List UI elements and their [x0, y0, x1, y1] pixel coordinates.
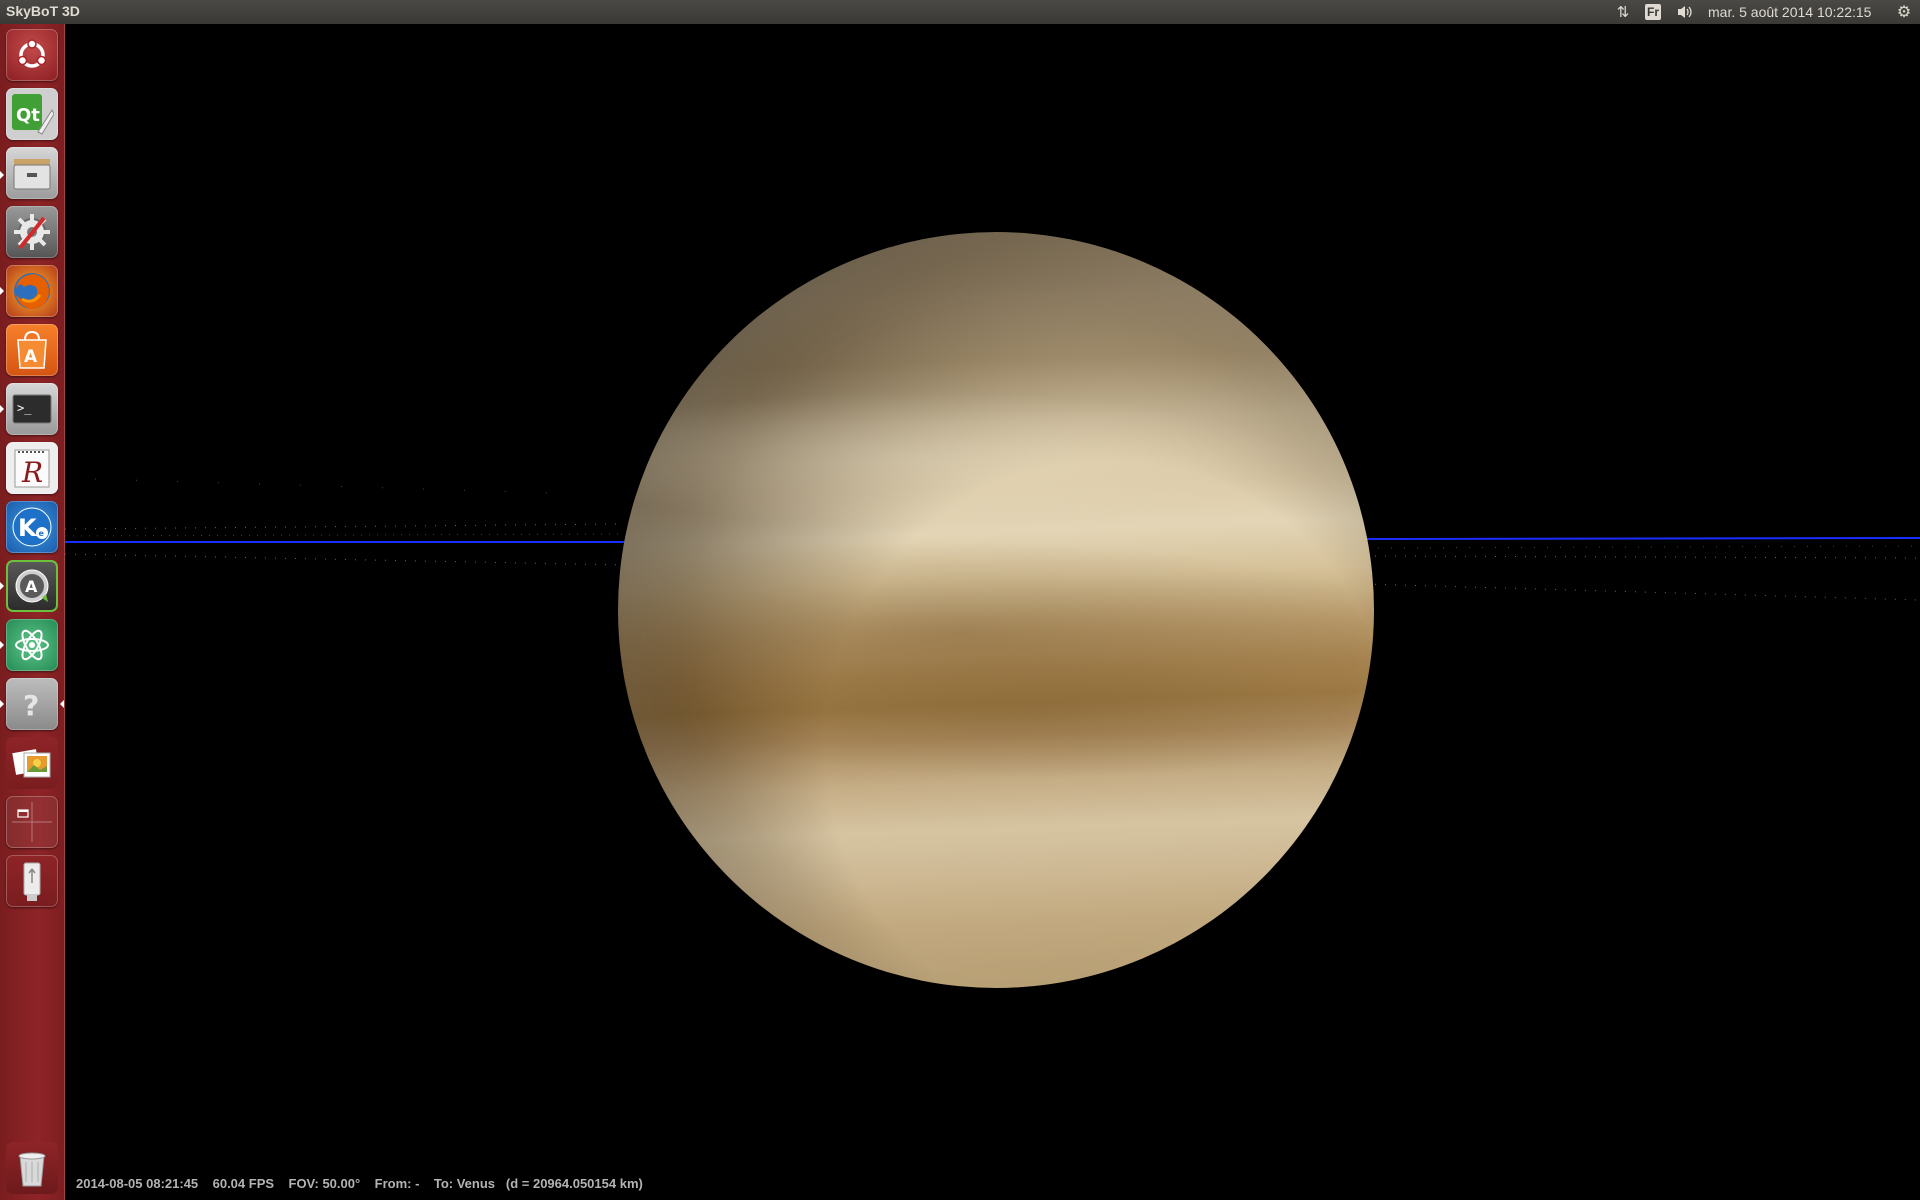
ubuntu-dash-icon: [17, 39, 47, 68]
status-fov: FOV: 50.00°: [288, 1176, 361, 1191]
launcher-item-help[interactable]: ?: [6, 678, 58, 730]
svg-text:A: A: [25, 577, 38, 596]
svg-text:e: e: [39, 529, 45, 538]
network-arrows-icon[interactable]: ⇅: [1612, 0, 1634, 24]
launcher-item-usb-drive[interactable]: [6, 855, 58, 907]
launcher-item-workspace-switcher[interactable]: [6, 796, 58, 848]
launcher-item-atom[interactable]: [6, 619, 58, 671]
skybot-3d-view[interactable]: 2014-08-05 08:21:45 60.04 FPS FOV: 50.00…: [65, 24, 1920, 1200]
session-gear-icon[interactable]: ⚙: [1892, 0, 1916, 24]
svg-text:A: A: [24, 347, 38, 367]
keyboard-layout-label: Fr: [1645, 4, 1661, 20]
svg-text:R: R: [21, 456, 43, 489]
asteroid-trail-5: [1364, 555, 1920, 559]
usb-drive-icon: [23, 862, 41, 901]
app-title: SkyBoT 3D: [6, 3, 80, 19]
launcher-item-software-center[interactable]: A: [6, 324, 58, 376]
launcher-item-system-settings[interactable]: [6, 206, 58, 258]
status-bar: 2014-08-05 08:21:45 60.04 FPS FOV: 50.00…: [76, 1176, 643, 1191]
atom-icon: [15, 629, 49, 661]
svg-text:K: K: [18, 514, 38, 542]
terminal-icon: >_: [12, 394, 52, 424]
kile-icon: Ke: [12, 507, 52, 547]
asteroid-trail-1: [65, 523, 626, 530]
orbit-line-right: [1364, 537, 1920, 540]
rstudio-icon: R: [14, 449, 50, 489]
launcher-item-dash[interactable]: [6, 29, 58, 81]
asteroid-trail-7: [1364, 545, 1920, 549]
launcher-item-firefox[interactable]: [6, 265, 58, 317]
image-viewer-icon: [12, 749, 51, 778]
software-updater-icon: A: [15, 569, 49, 603]
workspace-switcher-icon: [12, 802, 52, 842]
status-datetime: 2014-08-05 08:21:45: [76, 1176, 199, 1191]
planet-venus[interactable]: [618, 232, 1374, 988]
asteroid-trail-2: [65, 553, 626, 566]
launcher-item-kile[interactable]: Ke: [6, 501, 58, 553]
status-from: From: -: [374, 1176, 420, 1191]
svg-text:>_: >_: [17, 401, 32, 415]
status-distance: (d = 20964.050154 km): [505, 1176, 643, 1191]
svg-text:?: ?: [23, 689, 39, 722]
venus-cloud-bands: [618, 232, 1374, 988]
status-to: To: Venus: [433, 1176, 496, 1191]
launcher-item-files[interactable]: [6, 147, 58, 199]
software-center-icon: A: [17, 330, 47, 369]
top-panel: SkyBoT 3D ⇅ Fr mar. 5 août 2014 10:22:15…: [0, 0, 1920, 24]
launcher-item-image-viewer[interactable]: [6, 737, 58, 789]
qt-creator-icon: Qt: [12, 94, 54, 135]
keyboard-layout-indicator[interactable]: Fr: [1643, 0, 1663, 24]
trash-icon: [18, 1152, 46, 1187]
help-icon: ?: [23, 689, 39, 722]
volume-icon[interactable]: [1672, 0, 1698, 24]
launcher-item-terminal[interactable]: >_: [6, 383, 58, 435]
clock[interactable]: mar. 5 août 2014 10:22:15: [1708, 0, 1888, 24]
launcher-item-rstudio[interactable]: R: [6, 442, 58, 494]
launcher-item-qt-creator[interactable]: Qt: [6, 88, 58, 140]
launcher: Qt A >_ R Ke A ?: [0, 24, 65, 1200]
firefox-icon: [14, 273, 50, 309]
file-manager-icon: [13, 159, 51, 190]
launcher-item-software-updater[interactable]: A: [6, 560, 58, 612]
svg-text:Qt: Qt: [16, 105, 40, 126]
asteroid-trail-6: [1364, 583, 1920, 601]
launcher-item-trash[interactable]: [6, 1142, 58, 1194]
asteroid-trail-3: [65, 533, 626, 537]
system-settings-icon: [14, 214, 50, 250]
asteroid-trail-4: [94, 478, 586, 495]
status-fps: 60.04 FPS: [212, 1176, 275, 1191]
